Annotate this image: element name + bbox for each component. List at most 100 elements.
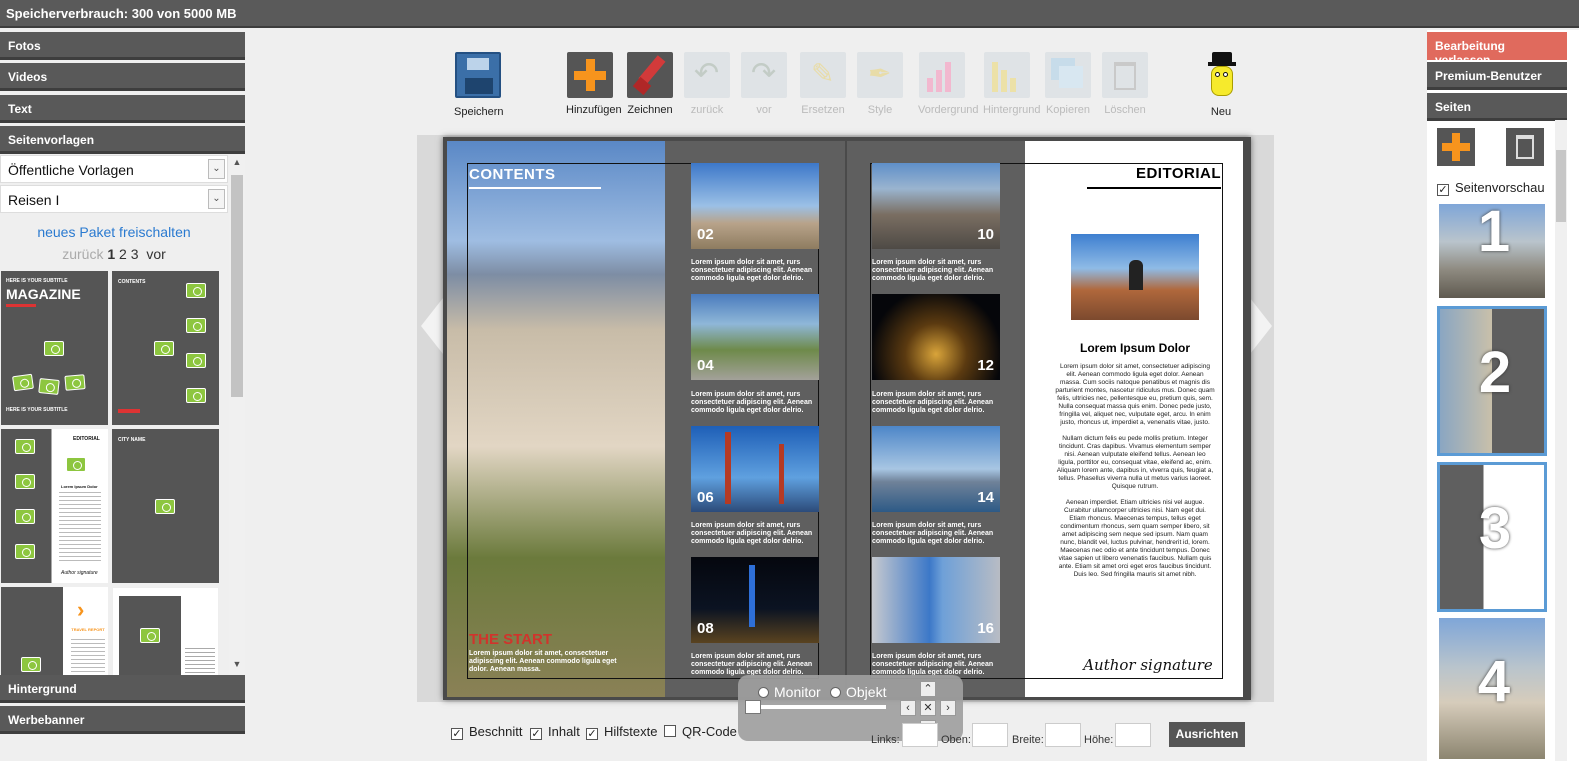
editorial-photo[interactable] [1071, 234, 1199, 320]
template-contents[interactable]: CONTENTS [112, 271, 219, 425]
photo-10[interactable]: 10 [872, 163, 1000, 249]
editorial-title[interactable]: EDITORIAL [1093, 165, 1221, 182]
draw-button[interactable]: Zeichnen [626, 52, 674, 116]
section-videos[interactable]: Videos [0, 63, 245, 91]
checkbox-checked-icon[interactable]: ✓ [530, 728, 542, 740]
top-position-input[interactable] [972, 723, 1008, 747]
template-editorial[interactable]: EDITORIAL Lorem Ipsum Dolor Author signa… [1, 429, 108, 583]
pager-next[interactable]: vor [146, 246, 165, 262]
undo-button[interactable]: ↶ zurück [683, 52, 731, 116]
scroll-down-icon[interactable]: ▼ [229, 659, 245, 673]
style-button[interactable]: ✒ Style [856, 52, 904, 116]
photo-caption[interactable]: Lorem ipsum dolor sit amet, rurs consect… [872, 522, 1000, 546]
camera-icon [15, 439, 35, 454]
template-city[interactable]: CITY NAME [112, 429, 219, 583]
photo-caption[interactable]: Lorem ipsum dolor sit amet, rurs consect… [691, 653, 819, 677]
photo-08[interactable]: 08 [691, 557, 819, 643]
previous-page-arrow-icon[interactable] [421, 298, 443, 354]
scroll-up-icon[interactable]: ▲ [229, 157, 245, 171]
author-signature[interactable]: Author signature [1073, 656, 1223, 674]
radio-icon[interactable] [830, 687, 841, 698]
photo-number: 08 [697, 620, 714, 637]
pager-prev[interactable]: zurück [62, 246, 103, 262]
photo-caption[interactable]: Lorem ipsum dolor sit amet, rurs consect… [872, 259, 1000, 283]
foreground-button[interactable]: Vordergrund [918, 52, 979, 116]
templates-scrollbar[interactable]: ▲ ▼ [229, 155, 245, 675]
add-page-button[interactable] [1437, 128, 1475, 166]
editorial-body[interactable]: Lorem ipsum dolor sit amet, consectetuer… [1055, 363, 1215, 579]
photo-caption[interactable]: Lorem ipsum dolor sit amet, rurs consect… [691, 391, 819, 415]
move-left-icon[interactable]: ‹ [900, 700, 916, 716]
scrollbar-thumb[interactable] [231, 175, 243, 397]
section-seitenvorlagen[interactable]: Seitenvorlagen [0, 126, 245, 154]
photo-caption[interactable]: Lorem ipsum dolor sit amet, rurs consect… [872, 391, 1000, 415]
photo-16[interactable]: 16 [872, 557, 1000, 643]
section-text[interactable]: Text [0, 95, 245, 123]
template-travel-report[interactable]: › TRAVEL REPORT [1, 587, 108, 677]
background-button[interactable]: Hintergrund [983, 52, 1040, 116]
premium-user-button[interactable]: Premium-Benutzer [1427, 62, 1567, 90]
photo-14[interactable]: 14 [872, 426, 1000, 512]
scrollbar-thumb[interactable] [1556, 150, 1566, 222]
photo-caption[interactable]: Lorem ipsum dolor sit amet, rurs consect… [691, 259, 819, 283]
pager-page-1[interactable]: 1 [107, 246, 115, 262]
move-right-icon[interactable]: › [940, 700, 956, 716]
radio-icon[interactable] [758, 687, 769, 698]
save-button[interactable]: Speichern [454, 52, 504, 118]
pages-section-header[interactable]: Seiten [1427, 93, 1567, 121]
height-input[interactable] [1115, 723, 1151, 747]
contents-title[interactable]: CONTENTS [469, 166, 556, 183]
the-start-text[interactable]: Lorem ipsum dolor sit amet, consectetuer… [469, 650, 619, 674]
next-page-arrow-icon[interactable] [1250, 298, 1272, 354]
photo-06[interactable]: 06 [691, 426, 819, 512]
option-inhalt[interactable]: ✓ Inhalt [530, 724, 580, 740]
page-thumbnail-4[interactable]: 4 [1437, 616, 1547, 761]
exit-editing-button[interactable]: Bearbeitung verlassen [1427, 32, 1567, 67]
page-thumbnail-3[interactable]: 3 [1437, 462, 1547, 612]
pager-page-2[interactable]: 2 [119, 246, 127, 262]
option-hilfstexte[interactable]: ✓ Hilfstexte [586, 724, 657, 740]
width-input[interactable] [1045, 723, 1081, 747]
section-hintergrund[interactable]: Hintergrund [0, 675, 245, 703]
pages-scrollbar[interactable] [1555, 120, 1567, 761]
template-magazine[interactable]: HERE IS YOUR SUBTITLE MAGAZINE HERE IS Y… [1, 271, 108, 425]
checkbox-unchecked-icon[interactable] [664, 725, 676, 737]
left-position-input[interactable] [902, 723, 938, 747]
checkbox-checked-icon[interactable]: ✓ [586, 728, 598, 740]
unlock-package-link[interactable]: neues Paket freischalten [0, 224, 228, 240]
new-button[interactable]: Neu [1197, 52, 1245, 118]
checkbox-checked-icon[interactable]: ✓ [451, 728, 463, 740]
the-start-title[interactable]: THE START [469, 631, 552, 648]
size-slider-track[interactable] [746, 705, 886, 709]
option-qrcode[interactable]: QR-Code [664, 724, 737, 739]
align-button[interactable]: Ausrichten [1169, 722, 1245, 747]
radio-objekt[interactable]: Objekt [830, 684, 886, 700]
top-position-label: Oben: [941, 734, 971, 746]
checkbox-checked-icon[interactable]: ✓ [1437, 184, 1449, 196]
photo-caption[interactable]: Lorem ipsum dolor sit amet, rurs consect… [872, 653, 1000, 677]
section-werbebanner[interactable]: Werbebanner [0, 706, 245, 734]
editorial-heading[interactable]: Lorem Ipsum Dolor [1053, 341, 1217, 355]
replace-button[interactable]: ✎ Ersetzen [799, 52, 847, 116]
radio-monitor[interactable]: Monitor [758, 684, 821, 700]
size-slider-handle[interactable] [745, 700, 761, 714]
photo-02[interactable]: 02 [691, 163, 819, 249]
page-thumbnail-2[interactable]: 2 [1437, 306, 1547, 456]
photo-04[interactable]: 04 [691, 294, 819, 380]
pager-page-3[interactable]: 3 [131, 246, 139, 262]
add-button[interactable]: Hinzufügen [566, 52, 622, 116]
section-fotos[interactable]: Fotos [0, 32, 245, 60]
delete-button[interactable]: Löschen [1101, 52, 1149, 116]
redo-button[interactable]: ↷ vor [740, 52, 788, 116]
center-icon[interactable]: ✕ [920, 700, 936, 716]
copy-button[interactable]: Kopieren [1044, 52, 1092, 116]
delete-page-button[interactable] [1506, 128, 1544, 166]
photo-caption[interactable]: Lorem ipsum dolor sit amet, rurs consect… [691, 522, 819, 546]
page-preview-toggle[interactable]: ✓ Seitenvorschau [1437, 180, 1545, 196]
page-thumbnail-1[interactable]: 1 [1437, 202, 1547, 300]
photo-12[interactable]: 12 [872, 294, 1000, 380]
template-photo-text[interactable] [112, 587, 219, 678]
option-label: Hilfstexte [604, 724, 658, 739]
move-up-icon[interactable]: ⌃ [920, 681, 936, 697]
option-beschnitt[interactable]: ✓ Beschnitt [451, 724, 522, 740]
